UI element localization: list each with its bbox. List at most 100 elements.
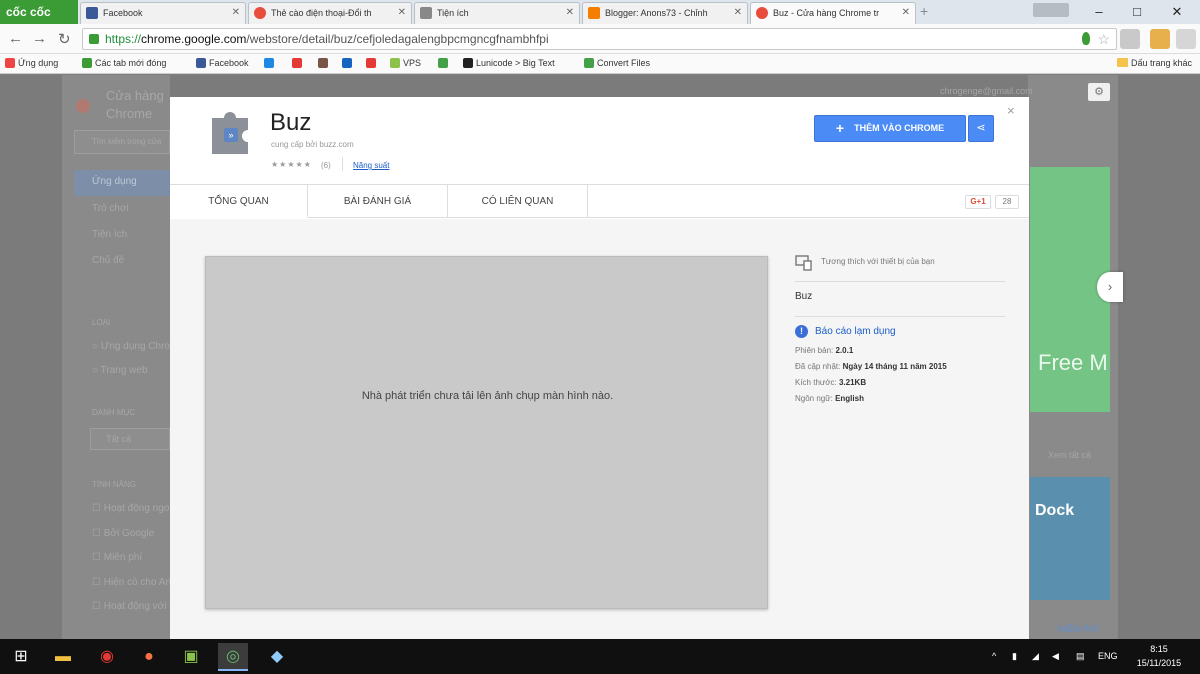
address-bar[interactable]: https://chrome.google.com/webstore/detai… — [82, 28, 1117, 50]
account-email[interactable]: chrogenge@gmail.com — [940, 86, 1033, 96]
close-window-button[interactable]: ✕ — [1158, 0, 1196, 24]
app-taskbar-icon[interactable]: ◆ — [262, 643, 292, 671]
url-path: /webstore/detail/buz/cefjoledagalengbpcm… — [246, 32, 549, 46]
close-dialog-icon[interactable]: × — [1007, 103, 1015, 118]
user-badge[interactable] — [1033, 3, 1069, 17]
meta-label: Đã cập nhật: — [795, 362, 841, 371]
category-link[interactable]: Năng suất — [353, 161, 389, 170]
carousel-next-icon[interactable]: › — [1097, 272, 1123, 302]
leaf-icon[interactable] — [1082, 32, 1090, 45]
bookmark-lunicode[interactable]: Lunicode > Big Text — [463, 54, 555, 72]
back-icon[interactable]: ← — [8, 30, 23, 47]
notifications-icon[interactable]: ▤ — [1076, 639, 1085, 674]
report-abuse-link[interactable]: ! Báo cáo lạm dụng — [795, 325, 1005, 343]
features-label: TÍNH NĂNG — [92, 480, 136, 489]
feature-offline[interactable]: ☐ Hoạt động ngoại tuyến — [92, 503, 170, 514]
category-games[interactable]: Trò chơi — [92, 203, 129, 214]
google-plus-button[interactable]: G+1 — [965, 195, 991, 209]
tab-related[interactable]: CÓ LIÊN QUAN — [448, 185, 588, 218]
tab-overview[interactable]: TỔNG QUAN — [170, 185, 308, 218]
close-icon[interactable]: ✕ — [902, 3, 910, 23]
add-to-chrome-button[interactable]: + THÊM VÀO CHROME — [814, 115, 966, 142]
tab-blogger[interactable]: Blogger: Anons73 - Chỉnh ✕ — [582, 2, 748, 24]
tab-tien-ich[interactable]: Tiện ích ✕ — [414, 2, 580, 24]
network-icon[interactable]: ▮ — [1012, 639, 1017, 674]
firefox-icon[interactable]: ● — [134, 643, 164, 671]
coccoc-taskbar-icon[interactable]: ◎ — [218, 643, 248, 671]
notepad-app-icon[interactable]: ▣ — [176, 643, 206, 671]
offered-by[interactable]: cung cấp bởi buzz.com — [271, 140, 354, 149]
bookmark-star-icon[interactable]: ☆ — [1097, 29, 1110, 49]
tab-facebook[interactable]: Facebook ✕ — [80, 2, 246, 24]
tab-buz[interactable]: Buz - Cửa hàng Chrome tr ✕ — [750, 2, 916, 24]
tab-title: Buz - Cửa hàng Chrome tr — [773, 8, 880, 18]
bookmark-vps[interactable]: VPS — [390, 54, 421, 72]
type-label: LOẠI — [92, 318, 111, 327]
browser-brand[interactable]: cốc cốc — [0, 0, 78, 24]
lock-icon — [89, 34, 99, 44]
store-title: Cửa hàng Chrome trực tuyến — [106, 88, 164, 121]
close-icon[interactable]: ✕ — [566, 3, 574, 23]
rating-count[interactable]: (6) — [321, 161, 331, 170]
screenshot-placeholder: Nhà phát triển chưa tải lên ảnh chụp màn… — [205, 256, 768, 609]
minimize-button[interactable]: – — [1080, 0, 1118, 24]
feature-free[interactable]: ☐ Miễn phí — [92, 552, 170, 563]
convert-icon — [584, 58, 594, 68]
share-button[interactable]: ⋖ — [968, 115, 994, 142]
download-icon[interactable] — [1120, 29, 1140, 49]
bookmarks-bar: Ứng dụng Các tab mới đóng Facebook VPS L… — [0, 54, 1200, 74]
promo-dock-tile[interactable] — [1030, 477, 1110, 600]
webstore-icon — [756, 7, 768, 19]
feature-text: Hiện có cho Android — [103, 577, 170, 588]
svg-text:»: » — [228, 130, 233, 140]
feature-android[interactable]: ☐ Hiện có cho Android — [92, 577, 170, 588]
extension-name: Buz — [270, 109, 312, 136]
maximize-button[interactable]: □ — [1118, 0, 1156, 24]
windows-start-icon[interactable]: ⊞ — [6, 643, 36, 671]
blogger-icon — [588, 7, 600, 19]
speaker-icon[interactable]: ◀ — [1052, 639, 1059, 674]
record-app-icon[interactable]: ◉ — [92, 643, 122, 671]
bookmark-label: Ứng dụng — [18, 58, 59, 68]
settings-gear-icon[interactable]: ⚙ — [1088, 83, 1110, 101]
history-icon — [82, 58, 92, 68]
feature-by-google[interactable]: ☐ Bởi Google — [92, 528, 170, 539]
feature-drive[interactable]: ☐ Hoạt động với Google Drive — [92, 601, 170, 612]
bookmark-facebook[interactable]: Facebook — [196, 54, 249, 72]
site-icon — [438, 58, 448, 68]
close-icon[interactable]: ✕ — [734, 3, 742, 23]
bookmark-convert-files[interactable]: Convert Files — [584, 54, 650, 72]
bookmark-closed-tabs[interactable]: Các tab mới đóng — [82, 54, 166, 72]
apps-icon — [5, 58, 15, 68]
tab-the-cao[interactable]: Thẻ cào điện thoại-Đổi th ✕ — [248, 2, 412, 24]
other-bookmarks[interactable]: Dấu trang khác — [1116, 54, 1192, 72]
category-themes[interactable]: Chủ đề — [92, 255, 124, 266]
file-explorer-icon[interactable]: ▬ — [48, 643, 78, 671]
tab-title: Facebook — [103, 8, 143, 18]
reload-icon[interactable]: ↻ — [58, 30, 71, 48]
bookmark-apps[interactable]: Ứng dụng — [5, 54, 58, 72]
extension-icon[interactable] — [1150, 29, 1170, 49]
type-websites[interactable]: ○ Trang web — [92, 365, 148, 376]
close-icon[interactable]: ✕ — [232, 3, 240, 23]
tab-reviews[interactable]: BÀI ĐÁNH GIÁ — [308, 185, 448, 218]
tab-title: Tiện ích — [437, 8, 469, 18]
meta-value: English — [835, 394, 864, 403]
compatibility-text: Tương thích với thiết bị của bạn — [821, 257, 935, 266]
forward-icon[interactable]: → — [32, 30, 47, 47]
system-clock[interactable]: 8:15 15/11/2015 — [1128, 642, 1190, 670]
volume-icon[interactable]: ◢ — [1032, 639, 1039, 674]
type-chrome-apps[interactable]: ○ Ứng dụng Chrome — [92, 341, 170, 352]
clock-date: 15/11/2015 — [1136, 658, 1182, 668]
category-apps[interactable]: Ứng dụng — [92, 176, 137, 187]
language-indicator[interactable]: ENG — [1098, 639, 1118, 674]
compatibility-row: Tương thích với thiết bị của bạn — [795, 255, 1005, 279]
new-tab-button[interactable]: + — [920, 3, 928, 19]
downloads-icon[interactable] — [1176, 29, 1196, 49]
see-all-link[interactable]: Xem tất cả — [1048, 450, 1091, 460]
tray-chevron-icon[interactable]: ^ — [992, 639, 996, 674]
browser-toolbar: ← → ↻ https://chrome.google.com/webstore… — [0, 24, 1200, 54]
windows-taskbar: ⊞ ▬ ◉ ● ▣ ◎ ◆ ^ ▮ ◢ ◀ ▤ ENG 8:15 15/11/2… — [0, 639, 1200, 674]
category-extensions[interactable]: Tiện ích — [92, 229, 127, 240]
close-icon[interactable]: ✕ — [398, 3, 406, 23]
